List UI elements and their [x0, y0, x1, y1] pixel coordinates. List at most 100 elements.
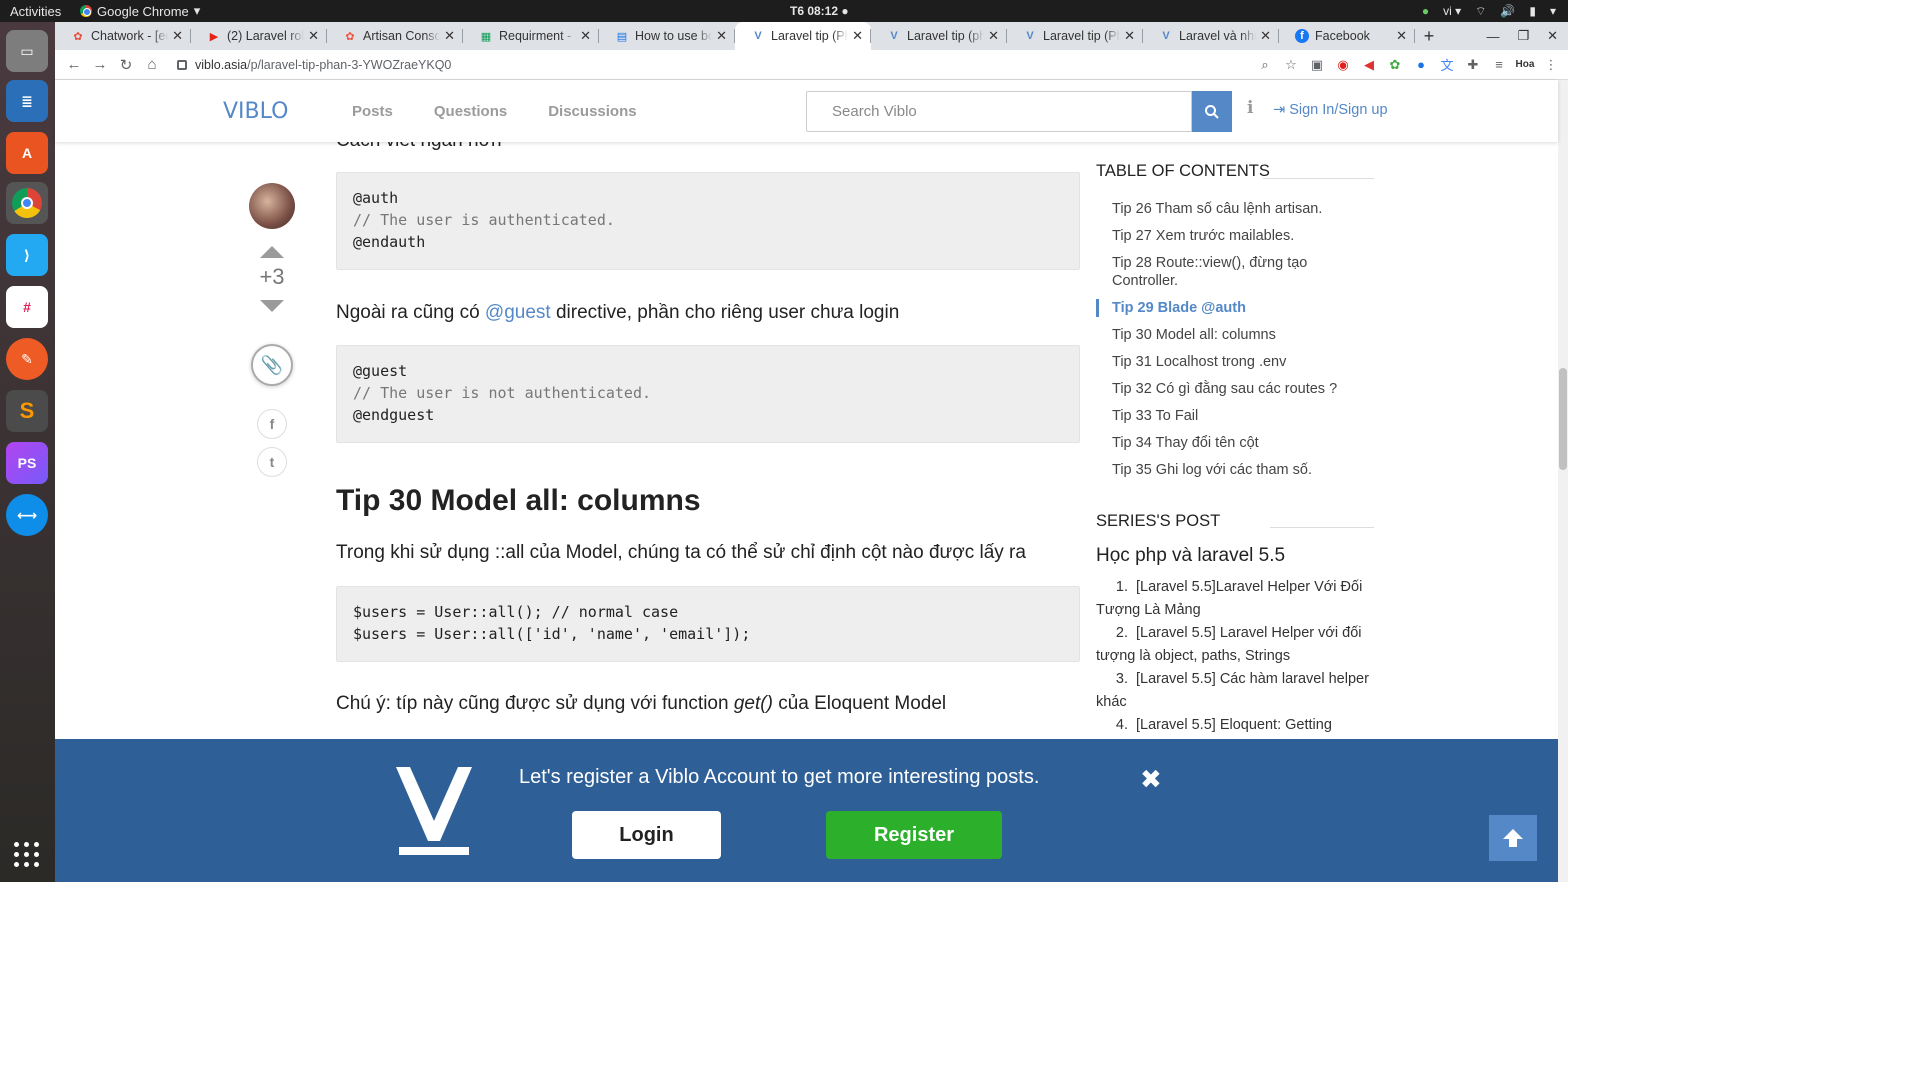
language-indicator[interactable]: vi ▾: [1443, 4, 1461, 18]
teamviewer-icon[interactable]: ⟷: [6, 494, 48, 536]
sign-in-link[interactable]: ⇥ Sign In/Sign up: [1273, 102, 1388, 118]
zoom-icon[interactable]: ⌕: [1258, 57, 1272, 72]
tab-close-icon[interactable]: ✕: [988, 28, 999, 44]
power-menu-icon[interactable]: ▾: [1550, 4, 1556, 18]
files-icon[interactable]: ▭: [6, 30, 48, 72]
extension-color-icon[interactable]: ✿: [1388, 57, 1402, 72]
author-avatar[interactable]: [249, 183, 295, 229]
series-item[interactable]: 1. [Laravel 5.5]Laravel Helper Với Đối Tư…: [1096, 576, 1376, 622]
browser-tab[interactable]: ✿ Artisan Console✕: [327, 22, 463, 50]
downvote-icon[interactable]: [260, 300, 284, 312]
battery-icon[interactable]: ▮: [1529, 4, 1536, 18]
toc-item[interactable]: Tip 31 Localhost trong .env: [1096, 353, 1366, 371]
tab-close-icon[interactable]: ✕: [172, 28, 183, 44]
browser-tab[interactable]: ▤ How to use bo ✕: [599, 22, 735, 50]
toc-item[interactable]: Tip 26 Tham số câu lệnh artisan.: [1096, 200, 1366, 218]
search-button[interactable]: [1192, 91, 1232, 132]
reload-icon[interactable]: ↻: [113, 56, 139, 74]
browser-tab[interactable]: V Laravel tip (ph ✕: [871, 22, 1007, 50]
sublime-icon[interactable]: S: [6, 390, 48, 432]
software-center-icon[interactable]: A: [6, 132, 48, 174]
postman-icon[interactable]: ✎: [6, 338, 48, 380]
browser-tab[interactable]: ✿ Chatwork - [edu ✕: [55, 22, 191, 50]
guest-link[interactable]: @guest: [485, 302, 551, 323]
series-item[interactable]: 4. [Laravel 5.5] Eloquent: Getting: [1096, 714, 1376, 737]
phpstorm-icon[interactable]: PS: [6, 442, 48, 484]
extension-cast-icon[interactable]: ▣: [1310, 57, 1324, 72]
search-input[interactable]: Search Viblo: [806, 91, 1192, 132]
update-icon[interactable]: ●: [1422, 4, 1429, 18]
vscode-icon[interactable]: ⟩: [6, 234, 48, 276]
browser-tab[interactable]: ▶ (2) Laravel role ✕: [191, 22, 327, 50]
nav-posts[interactable]: Posts: [352, 103, 393, 120]
minimize-icon[interactable]: —: [1486, 29, 1499, 44]
close-window-icon[interactable]: ✕: [1547, 28, 1558, 44]
slack-icon[interactable]: #: [6, 286, 48, 328]
series-item[interactable]: 3. [Laravel 5.5] Các hàm laravel helper k…: [1096, 668, 1376, 714]
browser-tab[interactable]: ▦ Requirment - G ✕: [463, 22, 599, 50]
login-button[interactable]: Login: [572, 811, 721, 859]
scrollbar-thumb[interactable]: [1559, 368, 1567, 470]
app-menu[interactable]: Google Chrome ▾: [80, 3, 200, 19]
toc-item[interactable]: Tip 32 Có gì đằng sau các routes ?: [1096, 380, 1366, 398]
address-bar[interactable]: viblo.asia/p/laravel-tip-phan-3-YWOZraeY…: [173, 53, 1298, 77]
browser-tab[interactable]: V Laravel và nhữ ✕: [1143, 22, 1279, 50]
browser-tab[interactable]: V Laravel tip (Ph ✕: [735, 22, 871, 50]
extensions-puzzle-icon[interactable]: ✚: [1466, 57, 1480, 72]
wifi-icon[interactable]: ⌔: [1475, 4, 1486, 19]
chrome-dock-icon[interactable]: [6, 182, 48, 224]
system-tray[interactable]: ● vi ▾ ⌔ 🔊 ▮ ▾: [1422, 4, 1556, 19]
back-icon[interactable]: ←: [61, 56, 87, 73]
upvote-icon[interactable]: [260, 246, 284, 258]
series-name[interactable]: Học php và laravel 5.5: [1096, 545, 1285, 567]
nav-questions[interactable]: Questions: [434, 103, 507, 120]
toc-item[interactable]: Tip 27 Xem trước mailables.: [1096, 227, 1366, 245]
twitter-share-icon[interactable]: t: [257, 447, 287, 477]
tab-close-icon[interactable]: ✕: [1124, 28, 1135, 44]
series-item[interactable]: 2. [Laravel 5.5] Laravel Helper với đối t…: [1096, 622, 1376, 668]
tab-close-icon[interactable]: ✕: [716, 28, 727, 44]
tab-close-icon[interactable]: ✕: [852, 28, 863, 44]
page-scrollbar[interactable]: [1558, 80, 1568, 882]
maximize-icon[interactable]: ❐: [1517, 28, 1529, 44]
new-tab-button[interactable]: +: [1415, 22, 1443, 50]
facebook-share-icon[interactable]: f: [257, 409, 287, 439]
toc-item[interactable]: Tip 29 Blade @auth: [1096, 299, 1366, 317]
viblo-logo[interactable]: VIBLO: [223, 99, 288, 124]
toc-item[interactable]: Tip 30 Model all: columns: [1096, 326, 1366, 344]
browser-tab[interactable]: V Laravel tip (Ph ✕: [1007, 22, 1143, 50]
tab-label: Requirment - G: [499, 29, 577, 43]
tab-close-icon[interactable]: ✕: [444, 28, 455, 44]
lock-icon[interactable]: [177, 59, 187, 70]
back-to-top-button[interactable]: [1489, 815, 1537, 861]
toc-item[interactable]: Tip 33 To Fail: [1096, 407, 1366, 425]
activities-button[interactable]: Activities: [0, 4, 80, 19]
clip-icon[interactable]: 📎: [251, 344, 293, 386]
register-button[interactable]: Register: [826, 811, 1002, 859]
toc-item[interactable]: Tip 28 Route::view(), đừng tạo Controlle…: [1096, 254, 1366, 290]
forward-icon[interactable]: →: [87, 56, 113, 73]
extension-megaphone-icon[interactable]: ◀: [1362, 57, 1376, 72]
show-applications-icon[interactable]: [14, 842, 40, 868]
tab-close-icon[interactable]: ✕: [1396, 28, 1407, 44]
home-icon[interactable]: ⌂: [139, 56, 165, 73]
tab-close-icon[interactable]: ✕: [580, 28, 591, 44]
tab-close-icon[interactable]: ✕: [1260, 28, 1271, 44]
extension-list-icon[interactable]: ≡: [1492, 57, 1506, 72]
clock[interactable]: T6 08:12 ●: [790, 4, 849, 18]
chrome-menu-icon[interactable]: ⋮: [1544, 57, 1558, 72]
toc-item[interactable]: Tip 35 Ghi log với các tham số.: [1096, 461, 1366, 479]
nav-discussions[interactable]: Discussions: [548, 103, 636, 120]
toc-item[interactable]: Tip 34 Thay đổi tên cột: [1096, 434, 1366, 452]
extension-chat-icon[interactable]: ●: [1414, 57, 1428, 72]
volume-icon[interactable]: 🔊: [1500, 4, 1515, 18]
browser-tab[interactable]: f Facebook ✕: [1279, 22, 1415, 50]
writer-icon[interactable]: ≣: [6, 80, 48, 122]
extension-opera-icon[interactable]: ◉: [1336, 57, 1350, 72]
extension-translate-icon[interactable]: 文: [1440, 58, 1454, 73]
close-icon[interactable]: ✖: [1140, 764, 1162, 795]
extension-hoa-icon[interactable]: Hoa: [1516, 58, 1535, 72]
info-icon[interactable]: i: [1247, 98, 1253, 118]
bookmark-star-icon[interactable]: ☆: [1284, 57, 1298, 72]
tab-close-icon[interactable]: ✕: [308, 28, 319, 44]
